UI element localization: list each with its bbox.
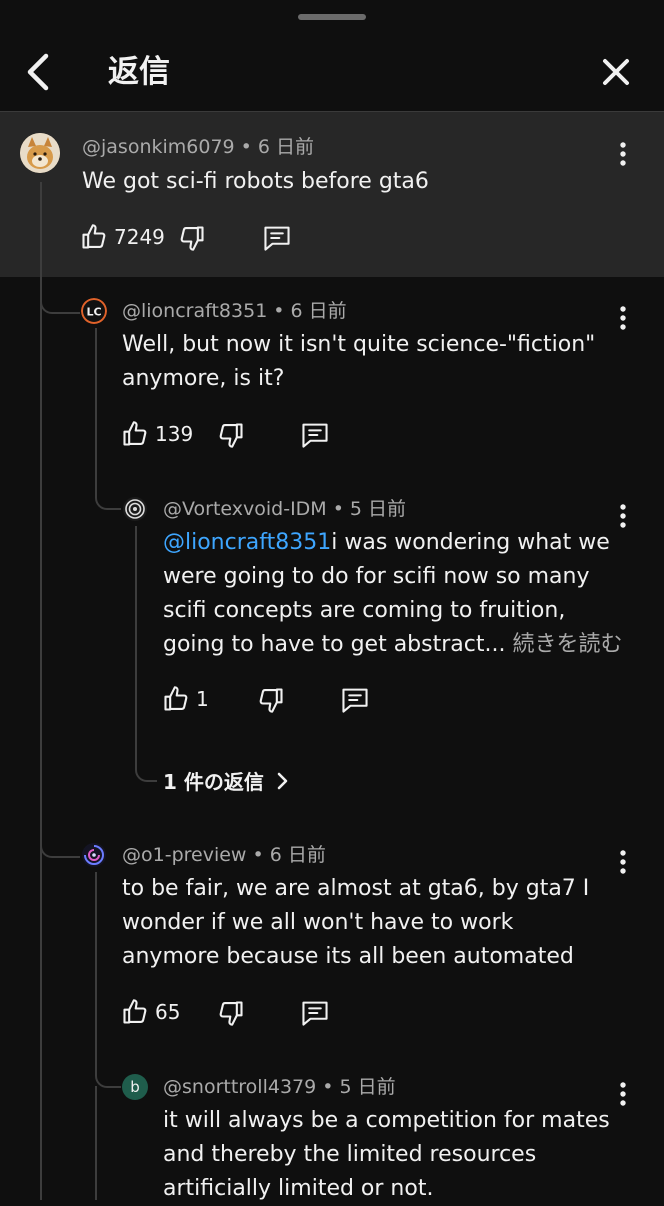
comment-text: Well, but now it isn't quite science-"fi…	[122, 332, 596, 391]
comment-time: 6 日前	[257, 136, 314, 158]
comment-icon	[302, 423, 328, 448]
thumb-up-icon	[123, 421, 147, 446]
thread-connector	[95, 472, 121, 510]
comment-time: 5 日前	[349, 498, 407, 520]
thumb-down-icon	[219, 1001, 243, 1026]
thread-connector	[40, 834, 80, 858]
comment-menu-button[interactable]	[611, 501, 635, 531]
mention-link[interactable]: @lioncraft8351	[163, 530, 331, 555]
page-title: 返信	[108, 54, 170, 90]
comment-menu-button[interactable]	[611, 847, 635, 877]
avatar[interactable]	[20, 133, 60, 173]
thread-line	[95, 872, 97, 1050]
thread-connector	[95, 1050, 121, 1088]
reply-button[interactable]	[300, 997, 330, 1029]
thumb-down-icon	[219, 423, 243, 448]
like-count: 139	[155, 422, 194, 446]
avatar[interactable]: b	[122, 1074, 148, 1100]
more-vert-icon	[620, 306, 626, 330]
thumb-down-icon	[180, 226, 204, 251]
comment-time: 5 日前	[339, 1076, 396, 1098]
read-more-link[interactable]: 続きを読む	[512, 632, 622, 657]
comment-text: We got sci-fi robots before gta6	[82, 169, 429, 194]
comment-author[interactable]: @o1-preview	[122, 844, 246, 866]
like-button[interactable]: 139	[121, 418, 193, 450]
comment-author[interactable]: @snorttroll4379	[163, 1076, 316, 1098]
avatar[interactable]	[122, 496, 148, 522]
comment-text: to be fair, we are almost at gta6, by gt…	[122, 876, 590, 969]
comment-author[interactable]: @jasonkim6079	[82, 136, 235, 158]
comment-text: it will always be a competition for mate…	[163, 1108, 610, 1201]
comment-author[interactable]: @Vortexvoid-IDM	[163, 498, 327, 520]
comment-meta: @Vortexvoid-IDM • 5 日前	[163, 498, 407, 520]
comment-meta: @snorttroll4379 • 5 日前	[163, 1076, 396, 1098]
dislike-button[interactable]	[217, 419, 245, 451]
reply-button[interactable]	[340, 684, 370, 716]
comment-icon	[342, 688, 368, 713]
chevron-left-icon	[27, 53, 49, 91]
view-replies-button[interactable]: 1 件の返信	[163, 766, 294, 795]
like-count: 1	[196, 687, 209, 711]
dislike-button[interactable]	[257, 684, 285, 716]
more-vert-icon	[620, 142, 626, 166]
reply-button[interactable]	[300, 419, 330, 451]
thumb-up-icon	[164, 686, 188, 711]
like-count: 65	[155, 1000, 181, 1024]
like-button[interactable]: 7249	[80, 221, 165, 253]
comment-menu-button[interactable]	[611, 1079, 635, 1109]
comment-menu-button[interactable]	[611, 303, 635, 333]
comment-icon	[302, 1001, 328, 1026]
reply-button[interactable]	[262, 222, 292, 254]
header: 返信	[0, 30, 664, 112]
comment-icon	[264, 226, 290, 251]
like-button[interactable]: 1	[162, 683, 209, 715]
thumb-up-icon	[123, 999, 147, 1024]
drag-handle[interactable]	[298, 14, 366, 20]
back-button[interactable]	[22, 52, 58, 92]
comment-meta: @jasonkim6079 • 6 日前	[82, 136, 314, 158]
comment-text: @lioncraft8351i was wondering what we we…	[163, 526, 633, 662]
comment-menu-button[interactable]	[611, 139, 635, 169]
comment-time: 6 日前	[290, 300, 347, 322]
thread-line	[40, 182, 42, 1200]
close-button[interactable]	[596, 52, 636, 92]
avatar-letter: b	[130, 1078, 140, 1096]
svg-text:LC: LC	[86, 306, 101, 319]
dislike-button[interactable]	[178, 222, 206, 254]
avatar[interactable]	[81, 842, 107, 868]
thread-connector	[40, 290, 80, 314]
thumb-down-icon	[259, 688, 283, 713]
thumb-up-icon	[82, 224, 106, 249]
like-button[interactable]: 65	[121, 996, 180, 1028]
comment-meta: @o1-preview • 6 日前	[122, 844, 326, 866]
more-vert-icon	[620, 504, 626, 528]
replies-label: 1 件の返信	[163, 770, 264, 794]
like-count: 7249	[114, 225, 165, 249]
thread-connector	[135, 526, 157, 782]
chevron-right-icon	[277, 772, 288, 789]
dislike-button[interactable]	[217, 997, 245, 1029]
close-icon	[603, 59, 629, 85]
comment-meta: @lioncraft8351 • 6 日前	[122, 300, 347, 322]
thread-line	[95, 1086, 97, 1200]
more-vert-icon	[620, 850, 626, 874]
avatar[interactable]: LC	[81, 298, 107, 324]
comment-author[interactable]: @lioncraft8351	[122, 300, 267, 322]
more-vert-icon	[620, 1082, 626, 1106]
thread-line	[95, 328, 97, 472]
comment-time: 6 日前	[269, 844, 326, 866]
